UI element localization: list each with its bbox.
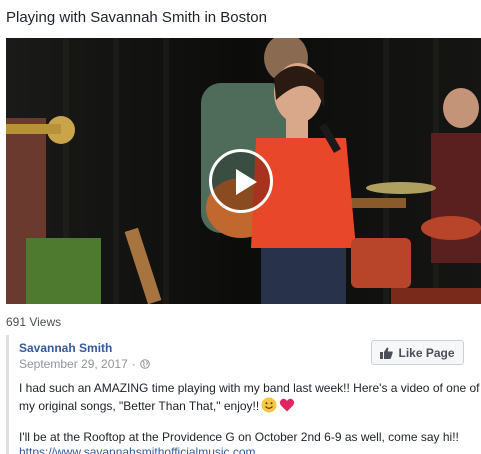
post-date[interactable]: September 29, 2017 xyxy=(19,357,128,371)
smile-emoji-icon xyxy=(261,397,277,413)
post-meta: September 29, 2017 · xyxy=(19,357,150,371)
post-card: Savannah Smith September 29, 2017 · Like… xyxy=(6,335,481,454)
globe-icon xyxy=(139,359,150,369)
website-link[interactable]: https://www.savannahsmithofficialmusic.c… xyxy=(19,445,256,454)
like-page-label: Like Page xyxy=(398,345,455,360)
post-text-2: I'll be at the Rooftop at the Providence… xyxy=(19,430,459,444)
like-page-button[interactable]: Like Page xyxy=(371,340,464,365)
thumbs-up-icon xyxy=(380,346,394,359)
author-name-link[interactable]: Savannah Smith xyxy=(19,341,112,355)
post-text-1-body: I had such an AMAZING time playing with … xyxy=(19,381,480,413)
video-player[interactable] xyxy=(6,38,481,304)
play-button[interactable] xyxy=(209,149,273,213)
meta-separator: · xyxy=(131,357,136,371)
post-text-1: I had such an AMAZING time playing with … xyxy=(19,380,481,415)
video-title: Playing with Savannah Smith in Boston xyxy=(6,9,267,26)
heart-emoji-icon xyxy=(280,398,295,412)
play-icon xyxy=(236,169,257,195)
view-count: 691 Views xyxy=(6,315,62,329)
